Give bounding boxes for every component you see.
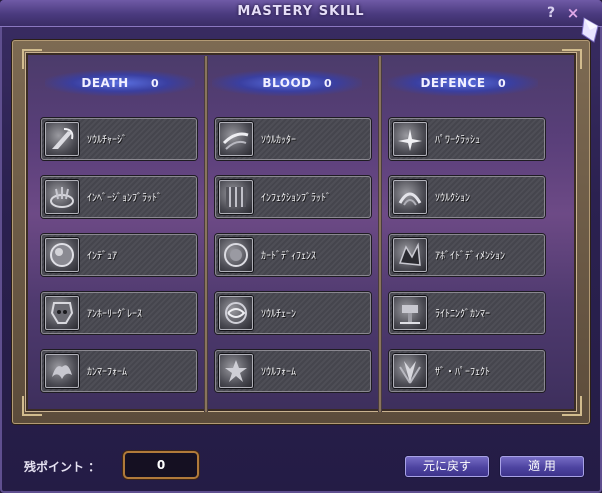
- mastery-skill-window: MASTERY SKILL ? × DEATH 0 BLOOD 0 DEFENC…: [0, 0, 602, 493]
- skill-slot[interactable]: ｱﾝﾎｰﾘｰｸﾞﾚｰｽ: [41, 292, 197, 334]
- skill-name: ｲﾝﾃﾞｭｱ: [87, 251, 117, 262]
- column-divider: [378, 56, 382, 412]
- window-title: MASTERY SKILL: [237, 4, 365, 19]
- remaining-points-label: 残ポイント ：: [24, 460, 101, 474]
- remaining-points-display: 0: [125, 453, 197, 477]
- skill-name: ｲﾝﾍﾞｰｼﾞｮﾝﾌﾞﾗｯﾄﾞ: [87, 193, 162, 204]
- skill-name: ｶｰﾄﾞﾃﾞｨﾌｪﾝｽ: [261, 251, 316, 262]
- skill-name: ｿｳﾙｶｯﾀｰ: [261, 135, 296, 146]
- skill-name: ﾗｲﾄﾆﾝｸﾞｶﾝﾏｰ: [435, 309, 490, 320]
- skill-name: ｻﾞ・ﾊﾟｰﾌｪｸﾄ: [435, 367, 490, 378]
- help-button[interactable]: ?: [543, 5, 559, 21]
- column-divider: [204, 56, 208, 412]
- skill-slot[interactable]: ｶﾝﾏｰﾌｫｰﾑ: [41, 350, 197, 392]
- perfect-wings-icon: [393, 354, 427, 388]
- soul-form-icon: [219, 354, 253, 388]
- skull-grace-icon: [45, 296, 79, 330]
- close-button[interactable]: ×: [565, 5, 581, 21]
- frame-corner-ornament: [562, 396, 582, 416]
- skill-slot[interactable]: ｿｳﾙﾁｪｰﾝ: [215, 292, 371, 334]
- soul-cushion-icon: [393, 180, 427, 214]
- skill-name: ｿｳﾙﾁｪｰﾝ: [261, 309, 296, 320]
- remaining-points-value: 0: [156, 458, 166, 472]
- skill-name: ｲﾝﾌｪｸｼｮﾝﾌﾞﾗｯﾄﾞ: [261, 193, 331, 204]
- power-crash-icon: [393, 122, 427, 156]
- lightning-hammer-icon: [393, 296, 427, 330]
- soul-chain-icon: [219, 296, 253, 330]
- demon-form-icon: [45, 354, 79, 388]
- skill-name: ｱﾎﾞｲﾄﾞﾃﾞｨﾒﾝｼｮﾝ: [435, 251, 505, 262]
- blood-splash-icon: [45, 180, 79, 214]
- skill-name: ﾊﾟﾜｰｸﾗｯｼｭ: [435, 135, 480, 146]
- frame-corner-ornament: [22, 396, 42, 416]
- skill-slot[interactable]: ｿｳﾙｸｼｮﾝ: [389, 176, 545, 218]
- skill-slot[interactable]: ｻﾞ・ﾊﾟｰﾌｪｸﾄ: [389, 350, 545, 392]
- skill-slot[interactable]: ﾗｲﾄﾆﾝｸﾞｶﾝﾏｰ: [389, 292, 545, 334]
- orb-shield-icon: [45, 238, 79, 272]
- skill-slot[interactable]: ｲﾝﾍﾞｰｼﾞｮﾝﾌﾞﾗｯﾄﾞ: [41, 176, 197, 218]
- skill-slot[interactable]: ｱﾎﾞｲﾄﾞﾃﾞｨﾒﾝｼｮﾝ: [389, 234, 545, 276]
- skill-slot[interactable]: ｲﾝﾌｪｸｼｮﾝﾌﾞﾗｯﾄﾞ: [215, 176, 371, 218]
- frame-corner-ornament: [22, 49, 42, 69]
- skill-name: ｿｳﾙｸｼｮﾝ: [435, 193, 470, 204]
- skill-slot[interactable]: ｿｳﾙﾌｫｰﾑ: [215, 350, 371, 392]
- infected-blood-icon: [219, 180, 253, 214]
- skill-name: ｶﾝﾏｰﾌｫｰﾑ: [87, 367, 127, 378]
- skill-name: ｿｳﾙﾌｫｰﾑ: [261, 367, 296, 378]
- skill-slot[interactable]: ｿｳﾙｶｯﾀｰ: [215, 118, 371, 160]
- guard-orb-icon: [219, 238, 253, 272]
- skill-slot[interactable]: ｿｳﾙﾁｬｰｼﾞ: [41, 118, 197, 160]
- scythe-slash-icon: [45, 122, 79, 156]
- skill-slot[interactable]: ｲﾝﾃﾞｭｱ: [41, 234, 197, 276]
- skill-slot[interactable]: ｶｰﾄﾞﾃﾞｨﾌｪﾝｽ: [215, 234, 371, 276]
- blade-wind-icon: [219, 122, 253, 156]
- death-column-header: DEATH 0: [45, 70, 195, 96]
- void-dimension-icon: [393, 238, 427, 272]
- reset-button[interactable]: 元に戻す: [405, 456, 489, 477]
- column-title: BLOOD: [262, 76, 312, 90]
- column-points: 0: [324, 77, 332, 90]
- column-points: 0: [498, 77, 506, 90]
- title-bar[interactable]: MASTERY SKILL ? ×: [0, 0, 602, 27]
- column-points: 0: [151, 77, 159, 90]
- skill-slot[interactable]: ﾊﾟﾜｰｸﾗｯｼｭ: [389, 118, 545, 160]
- skill-name: ｿｳﾙﾁｬｰｼﾞ: [87, 135, 127, 146]
- frame-corner-ornament: [562, 49, 582, 69]
- apply-button[interactable]: 適 用: [500, 456, 584, 477]
- blood-column-header: BLOOD 0: [212, 70, 362, 96]
- column-title: DEATH: [81, 76, 129, 90]
- skill-name: ｱﾝﾎｰﾘｰｸﾞﾚｰｽ: [87, 309, 142, 320]
- defence-column-header: DEFENCE 0: [388, 70, 538, 96]
